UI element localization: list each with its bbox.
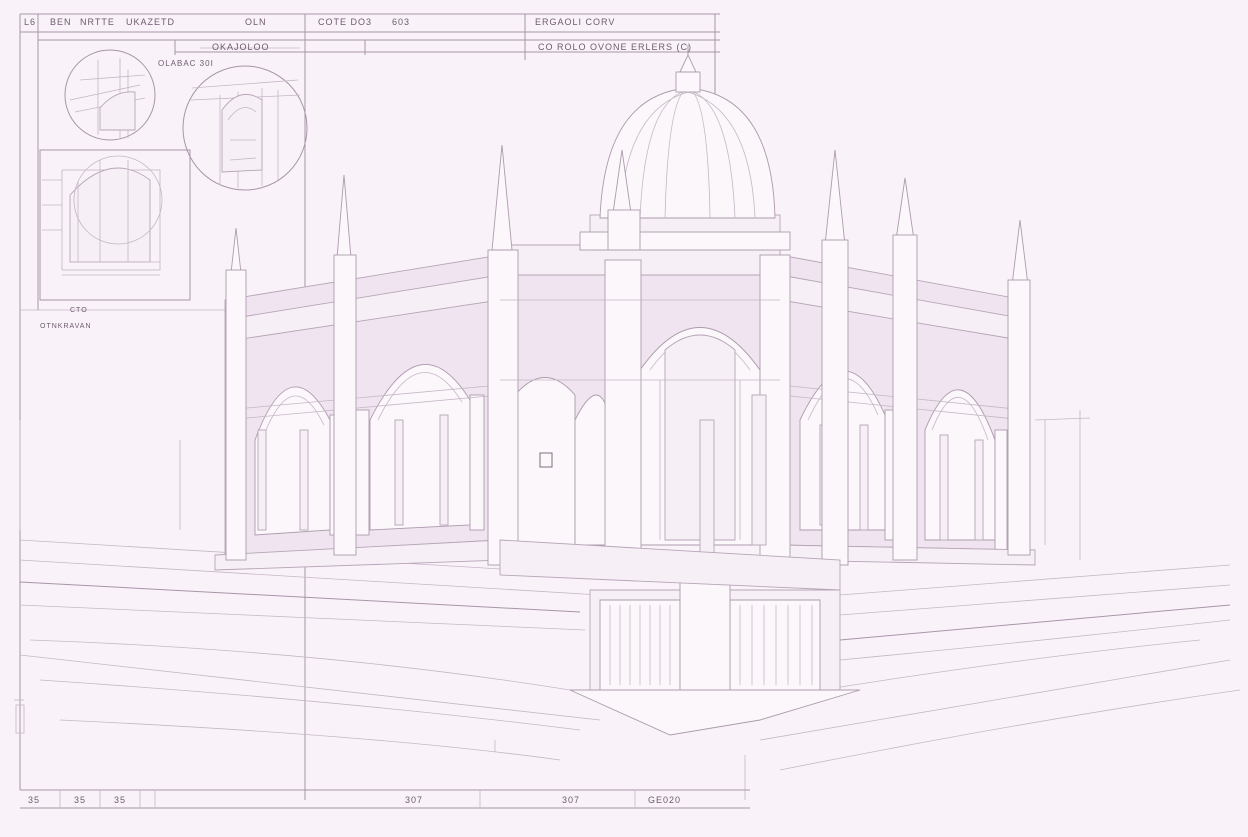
drawing-canvas: L6 BEN NRTTE UKAZETD OLN COTE DO3 603 ER… (14, 13, 1241, 809)
bottom-dim-4: 307 (405, 795, 423, 805)
detail-section (39, 149, 191, 301)
detail-note-1: CTO (70, 307, 88, 314)
right-wing (779, 177, 1036, 566)
bottom-dim-3: 35 (114, 795, 126, 805)
bottom-dim-2: 35 (74, 795, 86, 805)
title-sub-2: CO ROLO OVONE ERLERS (C) (538, 42, 692, 52)
title-code-4: UKAZETD (126, 17, 175, 27)
dome (579, 45, 791, 251)
title-sub-1: OKAJOLOO (212, 42, 270, 52)
detail-a-label: OLABAC 30I (158, 59, 214, 68)
left-wing (214, 174, 506, 571)
architectural-drawing-sheet: L6 BEN NRTTE UKAZETD OLN COTE DO3 603 ER… (0, 0, 1248, 832)
detail-note-2: OTNKRAVAN (40, 323, 92, 330)
bottom-dim-1: 35 (28, 795, 40, 805)
detail-circle-2 (182, 65, 308, 191)
title-code-1: L6 (24, 17, 36, 27)
detail-circle-1 (64, 49, 156, 141)
bottom-dim-5: 307 (562, 795, 580, 805)
title-code-7: 603 (392, 17, 410, 27)
bottom-dim-6: GE020 (648, 795, 681, 805)
title-code-5: OLN (245, 17, 267, 27)
bottom-dimension-row: 35 35 35 307 307 GE020 (20, 789, 750, 809)
title-code-3: NRTTE (80, 17, 115, 27)
title-code-6: COTE DO3 (318, 17, 372, 27)
title-code-2: BEN (50, 17, 72, 27)
title-code-8: ERGAOLI CORV (535, 17, 615, 27)
front-pedestal (499, 539, 861, 736)
